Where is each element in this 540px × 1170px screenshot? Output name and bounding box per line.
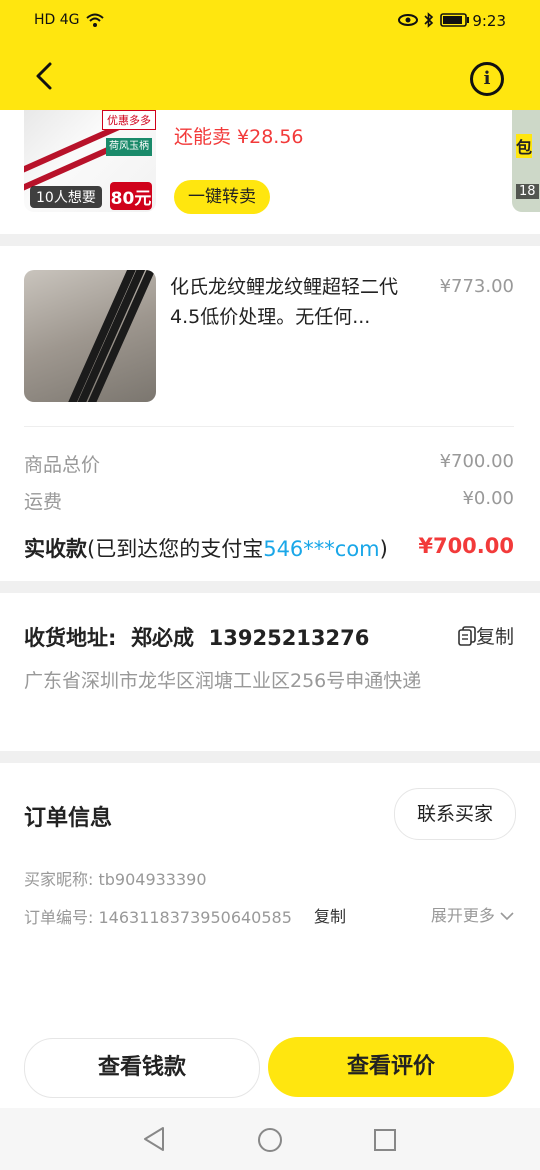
promo-product-image[interactable]: 优惠多多 荷风玉柄 10人想要 80元 — [24, 110, 156, 212]
battery-icon — [440, 13, 469, 27]
price-badge: 80元 — [110, 182, 152, 210]
nav-back-icon[interactable] — [142, 1126, 166, 1152]
nav-recents-icon[interactable] — [373, 1128, 397, 1152]
back-button[interactable] — [28, 58, 64, 94]
total-label: 商品总价 — [24, 454, 101, 476]
alipay-account: 546***com — [263, 537, 380, 561]
copy-order-number-button[interactable]: 复制 — [314, 903, 346, 927]
wifi-icon — [86, 13, 104, 27]
buyer-nickname: 买家昵称: tb904933390 — [24, 870, 207, 889]
chevron-down-icon — [500, 912, 514, 921]
copy-icon — [458, 626, 476, 646]
expand-more-button[interactable]: 展开更多 — [431, 902, 514, 926]
product-title[interactable]: 化氏龙纹鲤龙纹鲤超轻二代4.5低价处理。无任何... — [170, 272, 420, 332]
system-nav-bar — [0, 1108, 540, 1170]
product-image[interactable] — [24, 270, 156, 402]
copy-address-button[interactable]: 复制 — [458, 622, 514, 649]
net-received-value: ¥700.00 — [418, 534, 514, 558]
address-detail: 广东省深圳市龙华区润塘工业区256号申通快递 — [24, 670, 422, 692]
info-circle-icon: i — [483, 68, 491, 89]
order-number: 订单编号: 1463118373950640585 — [24, 908, 292, 927]
contact-buyer-button[interactable]: 联系买家 — [394, 788, 516, 840]
section-divider — [0, 234, 540, 246]
network-indicator: HD 4G — [34, 12, 80, 28]
copy-label: 复制 — [475, 626, 514, 648]
address-title: 收货地址: 郑必成 13925213276 — [24, 626, 370, 650]
clock: 9:23 — [472, 12, 506, 30]
shipping-value: ¥0.00 — [462, 488, 514, 509]
net-label-text: 实收款 — [24, 537, 87, 561]
product-price: ¥773.00 — [439, 276, 514, 297]
app-header: i — [0, 42, 540, 110]
view-review-button[interactable]: 查看评价 — [268, 1037, 514, 1097]
view-money-button[interactable]: 查看钱款 — [24, 1038, 260, 1098]
resell-price: 还能卖 ¥28.56 — [174, 126, 304, 148]
expand-more-label: 展开更多 — [430, 906, 495, 925]
info-button[interactable]: i — [470, 62, 504, 96]
resell-button[interactable]: 一键转卖 — [174, 180, 270, 214]
chevron-left-icon — [36, 62, 52, 90]
net-note-suffix: ) — [379, 537, 388, 561]
eye-icon — [398, 14, 418, 26]
wants-count: 10人想要 — [30, 186, 102, 208]
bluetooth-icon — [424, 12, 434, 28]
next-promo-card[interactable]: 包 18 — [512, 110, 540, 212]
net-note-prefix: (已到达您的支付宝 — [87, 537, 264, 561]
promo-tag: 荷风玉柄 — [106, 138, 152, 156]
next-promo-label: 包 — [516, 134, 533, 158]
shipping-label: 运费 — [24, 491, 63, 513]
divider — [24, 426, 514, 427]
net-received-label: 实收款(已到达您的支付宝546***com) — [24, 533, 388, 563]
next-promo-count: 18 — [516, 184, 539, 199]
nav-home-icon[interactable] — [257, 1127, 283, 1153]
status-bar: HD 4G 9:23 — [0, 0, 540, 42]
order-info-title: 订单信息 — [24, 806, 113, 831]
total-value: ¥700.00 — [439, 451, 514, 472]
section-divider — [0, 581, 540, 593]
section-divider — [0, 751, 540, 763]
promo-badge: 优惠多多 — [102, 110, 156, 130]
